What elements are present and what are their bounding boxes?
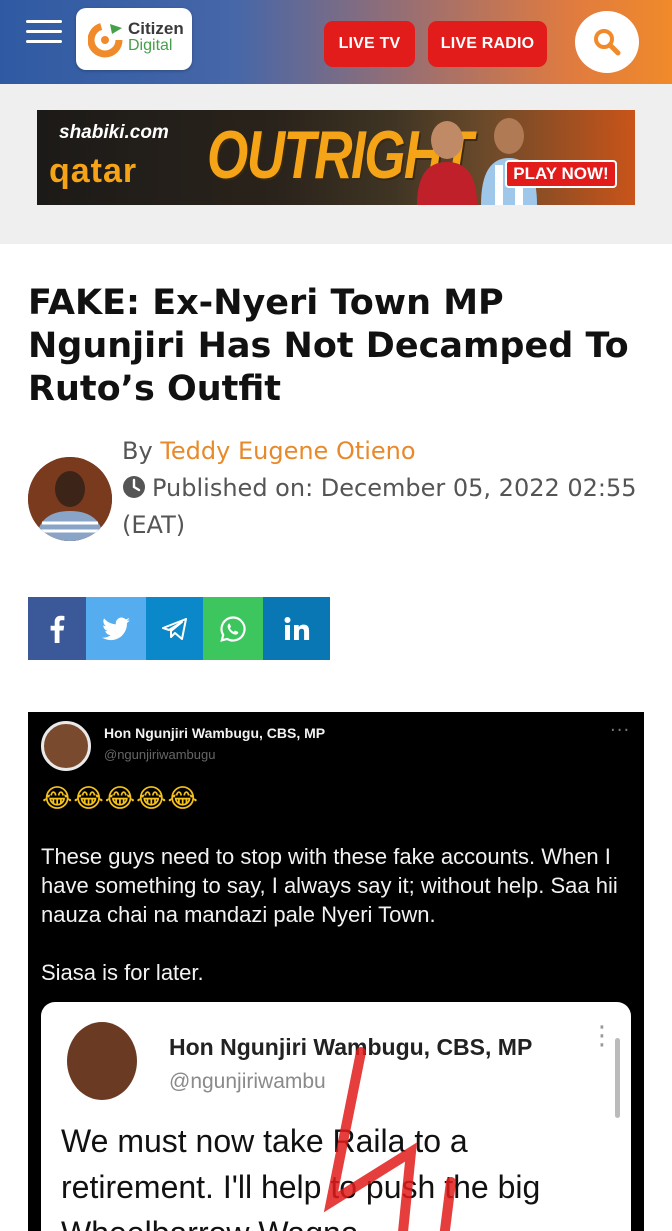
share-twitter-button[interactable] <box>86 597 146 660</box>
facebook-icon <box>50 615 65 643</box>
citizen-logo-mark <box>88 22 123 58</box>
author-link[interactable]: Teddy Eugene Otieno <box>160 437 415 465</box>
author-avatar[interactable] <box>28 457 112 541</box>
clock-icon <box>123 476 145 498</box>
search-button[interactable] <box>575 11 639 73</box>
search-icon <box>594 29 621 56</box>
ad-play-now-button[interactable]: PLAY NOW! <box>505 160 617 188</box>
logo-line-citizen: Citizen <box>128 19 184 38</box>
share-facebook-button[interactable] <box>28 597 86 660</box>
hamburger-icon[interactable] <box>26 20 62 46</box>
tweet-avatar <box>41 721 91 771</box>
author-photo <box>28 457 112 541</box>
twitter-icon <box>102 616 130 640</box>
tweet-author-name: Hon Ngunjiri Wambugu, CBS, MP <box>104 725 326 741</box>
tweet-more-icon: ··· <box>610 720 631 741</box>
quoted-scrollbar <box>615 1038 620 1118</box>
site-logo[interactable]: Citizen Digital <box>76 8 192 70</box>
share-linkedin-button[interactable] <box>263 597 330 660</box>
article-image-tweet-screenshot[interactable]: Hon Ngunjiri Wambugu, CBS, MP @ngunjiriw… <box>28 712 644 1231</box>
quoted-tweet-card: Hon Ngunjiri Wambugu, CBS, MP @ngunjiriw… <box>41 1002 631 1231</box>
telegram-icon <box>161 617 187 640</box>
live-radio-button[interactable]: LIVE RADIO <box>428 21 547 67</box>
logo-line-digital: Digital <box>128 37 173 54</box>
live-tv-button[interactable]: LIVE TV <box>324 21 415 67</box>
article-title: FAKE: Ex-Nyeri Town MP Ngunjiri Has Not … <box>28 283 629 409</box>
by-label: By <box>122 437 153 465</box>
linkedin-icon <box>284 616 309 640</box>
quoted-tweet-name: Hon Ngunjiri Wambugu, CBS, MP <box>169 1034 533 1060</box>
share-bar <box>28 597 330 660</box>
ad-banner[interactable]: shabiki.com qatar OUTRIGHT PLAY NOW! <box>37 110 635 205</box>
tweet-emoji: 😂😂😂😂😂 <box>42 784 199 814</box>
whatsapp-icon <box>220 615 246 642</box>
share-telegram-button[interactable] <box>146 597 203 660</box>
quoted-tweet-text: We must now take Raila to a retirement. … <box>61 1123 541 1231</box>
quoted-tweet-menu-icon: ⋮ <box>589 1021 615 1051</box>
published-label: Published on: <box>152 474 314 502</box>
ad-container: shabiki.com qatar OUTRIGHT PLAY NOW! <box>0 84 672 244</box>
ad-tagline: qatar <box>49 152 138 190</box>
ad-players-image <box>417 118 537 205</box>
share-whatsapp-button[interactable] <box>203 597 263 660</box>
site-header: Citizen Digital LIVE TV LIVE RADIO <box>0 0 672 84</box>
quoted-tweet-avatar <box>67 1022 137 1100</box>
article-byline: By Teddy Eugene Otieno Published on: Dec… <box>122 433 652 544</box>
tweet-author-handle: @ngunjiriwambugu <box>104 747 216 762</box>
tweet-body: These guys need to stop with these fake … <box>41 844 618 927</box>
ad-brand: shabiki.com <box>59 122 169 143</box>
tweet-body-line2: Siasa is for later. <box>41 960 204 985</box>
quoted-tweet-handle: @ngunjiriwambu <box>169 1070 326 1093</box>
